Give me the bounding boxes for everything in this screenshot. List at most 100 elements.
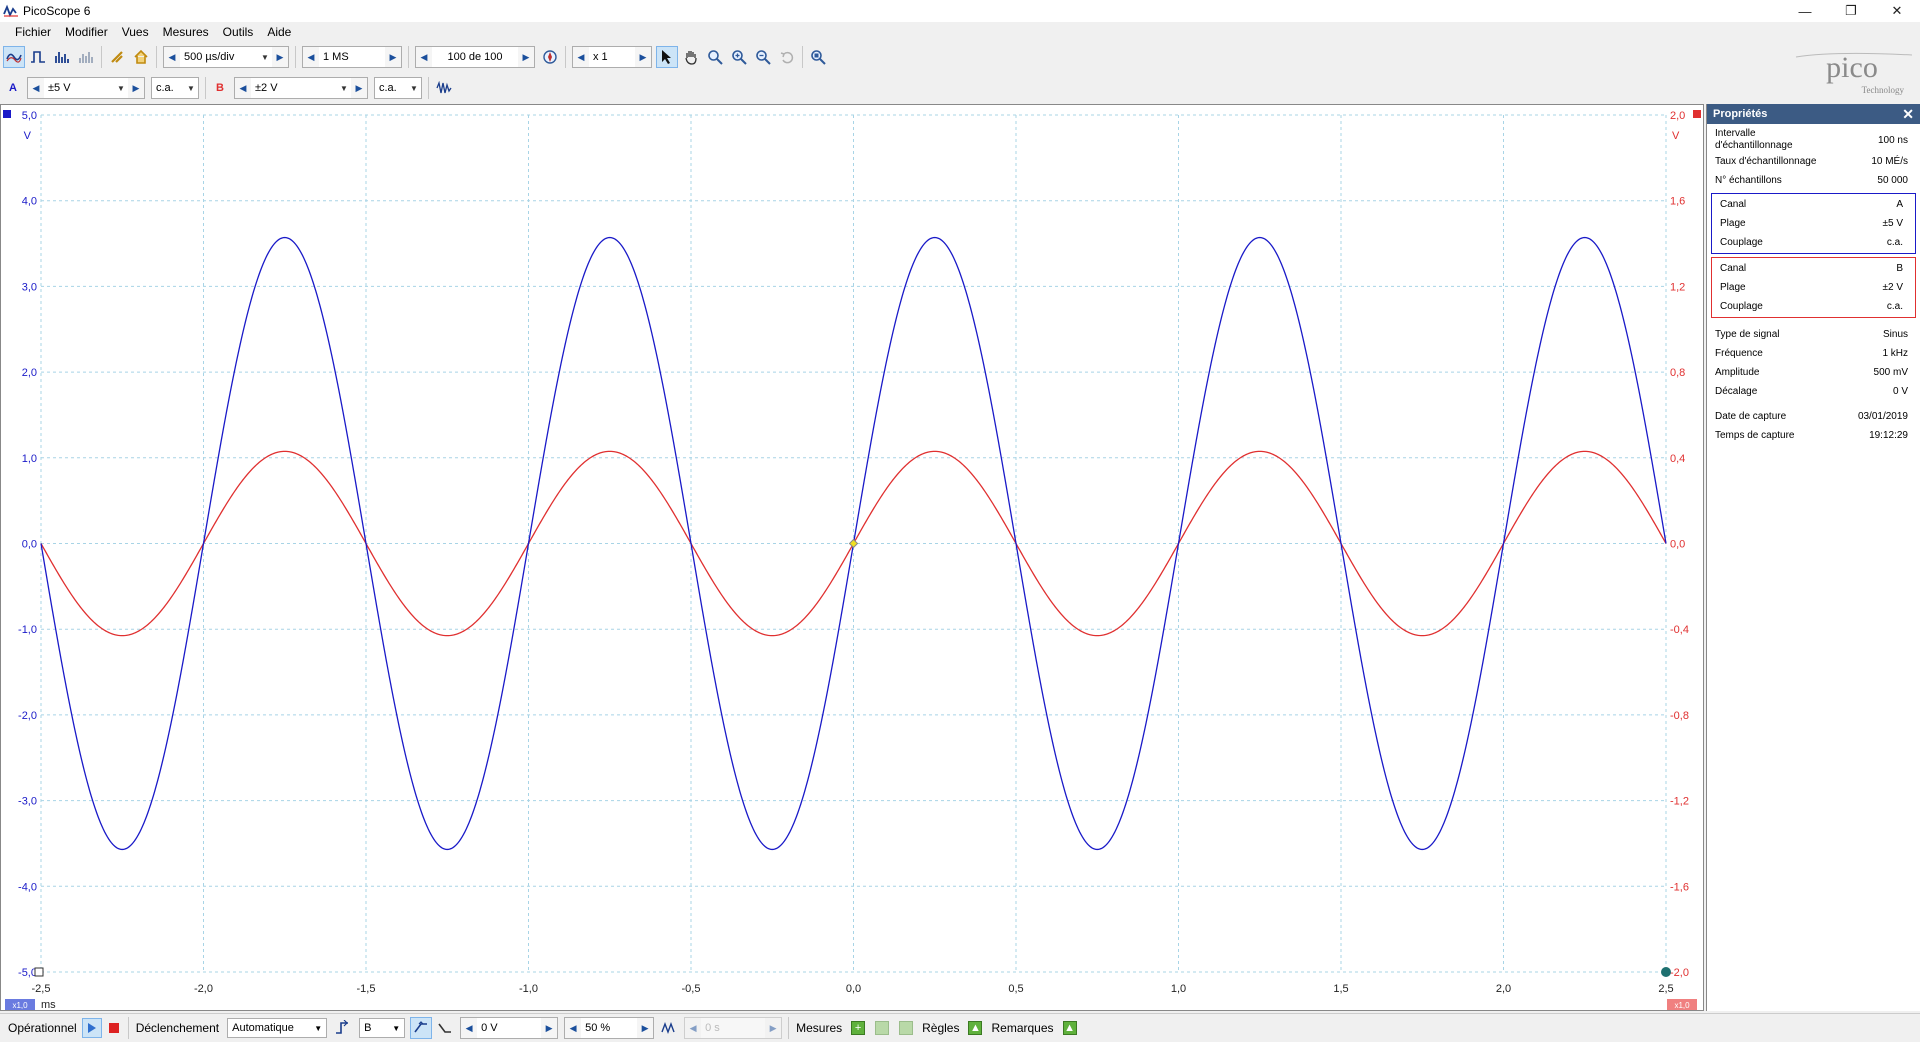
samples-increase-icon[interactable]: ▶ (385, 47, 401, 67)
zoom-in-button[interactable] (728, 46, 750, 68)
zoom-overview-button[interactable] (807, 46, 829, 68)
channel-b-property-value: ±2 V (1882, 282, 1904, 293)
scope-view[interactable]: -2,5 -2,0 -1,5 -1,0 -0,5 0,0 0,5 1,0 1,5 2,0 2,5 5,… (0, 104, 1704, 1011)
x-tick-label: -1,0 (519, 983, 538, 995)
timebase-decrease-icon[interactable]: ◀ (164, 47, 180, 67)
spectrum-mode-button[interactable] (51, 46, 73, 68)
x-axis-unit: ms (41, 999, 56, 1010)
menu-edit[interactable]: Modifier (58, 25, 115, 39)
channel-a-range-increase-icon[interactable]: ▶ (128, 78, 144, 98)
right-axis-tick-label: -0,8 (1670, 710, 1689, 722)
menu-help[interactable]: Aide (260, 25, 298, 39)
trigger-mode-select[interactable]: Automatique ▼ (227, 1018, 328, 1038)
chevron-down-icon[interactable]: ▼ (392, 1024, 400, 1033)
channel-a-property-value: c.a. (1886, 237, 1903, 248)
stop-button[interactable] (104, 1018, 124, 1038)
delay-decrease-icon[interactable]: ◀ (685, 1018, 702, 1038)
samples-selector[interactable]: ◀ 1 MS ▶ (302, 46, 402, 68)
buffer-navigator[interactable]: ◀ 100 de 100 ▶ (415, 46, 535, 68)
menu-file[interactable]: Fichier (8, 25, 58, 39)
channel-a-range-selector[interactable]: ◀ ±5 V ▼ ▶ (27, 77, 145, 99)
right-axis-unit: V (1672, 130, 1680, 142)
restore-button[interactable]: ❐ (1828, 0, 1874, 22)
menu-measurements[interactable]: Mesures (156, 25, 216, 39)
bars-grey-icon (79, 52, 93, 63)
channel-b-coupling-selector[interactable]: c.a. ▼ (374, 77, 422, 99)
delete-measurement-icon[interactable] (899, 1021, 914, 1035)
zoom-increase-icon[interactable]: ▶ (635, 47, 651, 67)
menu-tools[interactable]: Outils (216, 25, 261, 39)
capture-property-row: Temps de capture 19:12:29 (1707, 426, 1920, 445)
channel-b-options-button[interactable]: B (210, 77, 230, 99)
falling-edge-button[interactable] (434, 1017, 456, 1039)
right-axis-tick-label: 0,8 (1670, 367, 1685, 379)
run-button[interactable] (81, 1018, 102, 1038)
channel-a-coupling-value: c.a. (156, 82, 174, 94)
channel-a-property-row: Canal A (1712, 195, 1915, 214)
pretrigger-value: 50 % (585, 1022, 611, 1034)
channel-b-property-row: Plage ±2 V (1712, 278, 1915, 297)
channel-a-property-key: Plage (1720, 217, 1746, 229)
x-tick-label: 1,5 (1333, 983, 1348, 995)
chevron-down-icon[interactable]: ▼ (114, 84, 128, 93)
scope-mode-button[interactable] (3, 46, 25, 68)
buffer-previous-icon[interactable]: ◀ (416, 47, 432, 67)
pretrigger-selector[interactable]: ◀ 50 % ▶ (564, 1017, 655, 1039)
buffer-next-icon[interactable]: ▶ (518, 47, 534, 67)
property-row: Taux d'échantillonnage 10 MÉ/s (1707, 152, 1920, 171)
right-ruler-handle (1661, 967, 1671, 977)
channel-a-range-decrease-icon[interactable]: ◀ (28, 78, 44, 98)
threshold-decrease-icon[interactable]: ◀ (461, 1018, 478, 1038)
chevron-down-icon[interactable]: ▼ (407, 84, 421, 93)
threshold-increase-icon[interactable]: ▶ (541, 1018, 558, 1038)
timebase-increase-icon[interactable]: ▶ (272, 47, 288, 67)
undo-zoom-button[interactable] (776, 46, 798, 68)
menu-views[interactable]: Vues (115, 25, 156, 39)
pretrigger-decrease-icon[interactable]: ◀ (565, 1018, 582, 1038)
status-bar: Opérationnel Déclenchement Automatique ▼ … (0, 1013, 1920, 1042)
rulers-settings-icon[interactable]: ▲ (968, 1021, 983, 1035)
notes-toggle-icon[interactable]: ▲ (1062, 1021, 1077, 1035)
scope-chart[interactable]: -2,5 -2,0 -1,5 -1,0 -0,5 0,0 0,5 1,0 1,5 2,0 2,5 5,… (1, 105, 1703, 1011)
chevron-down-icon[interactable]: ▼ (184, 84, 198, 93)
home-button[interactable] (130, 46, 152, 68)
probe-button[interactable] (106, 46, 128, 68)
minimize-button[interactable]: — (1782, 0, 1828, 22)
close-icon[interactable]: ✕ (1902, 106, 1914, 123)
zoom-decrease-icon[interactable]: ◀ (573, 47, 589, 67)
trigger-advanced-button[interactable] (332, 1017, 354, 1039)
zoom-tool-button[interactable] (704, 46, 726, 68)
timebase-selector[interactable]: ◀ 500 µs/div ▼ ▶ (163, 46, 289, 68)
pan-tool-button[interactable] (680, 46, 702, 68)
trigger-channel-select[interactable]: B ▼ (359, 1018, 406, 1038)
delay-selector[interactable]: ◀ 0 s ▶ (684, 1017, 783, 1039)
buffer-overview-button[interactable] (539, 46, 561, 68)
samples-decrease-icon[interactable]: ◀ (303, 47, 319, 67)
threshold-selector[interactable]: ◀ 0 V ▶ (460, 1017, 559, 1039)
mso-mode-button[interactable] (75, 46, 97, 68)
edit-measurement-icon[interactable] (875, 1021, 890, 1035)
zoom-selector[interactable]: ◀ x 1 ▶ (572, 46, 652, 68)
chevron-down-icon[interactable]: ▼ (314, 1024, 322, 1033)
channel-b-range-selector[interactable]: ◀ ±2 V ▼ ▶ (234, 77, 368, 99)
signal-property-key: Fréquence (1715, 347, 1763, 359)
pretrigger-increase-icon[interactable]: ▶ (637, 1018, 654, 1038)
close-button[interactable]: ✕ (1874, 0, 1920, 22)
zoom-out-button[interactable] (752, 46, 774, 68)
post-trigger-delay-button[interactable] (658, 1017, 680, 1039)
signal-property-key: Décalage (1715, 385, 1758, 397)
signal-generator-button[interactable] (433, 77, 455, 99)
channel-a-property-key: Canal (1720, 198, 1747, 210)
add-measurement-icon[interactable]: + (851, 1021, 866, 1035)
properties-header: Propriétés ✕ (1707, 104, 1920, 124)
delay-increase-icon[interactable]: ▶ (765, 1018, 782, 1038)
select-tool-button[interactable] (656, 46, 678, 68)
persistence-mode-button[interactable] (27, 46, 49, 68)
channel-b-range-increase-icon[interactable]: ▶ (351, 78, 367, 98)
rising-edge-button[interactable] (410, 1017, 433, 1039)
channel-b-range-decrease-icon[interactable]: ◀ (235, 78, 251, 98)
chevron-down-icon[interactable]: ▼ (337, 84, 351, 93)
channel-a-coupling-selector[interactable]: c.a. ▼ (151, 77, 199, 99)
chevron-down-icon[interactable]: ▼ (258, 53, 272, 62)
channel-a-options-button[interactable]: A (3, 77, 23, 99)
